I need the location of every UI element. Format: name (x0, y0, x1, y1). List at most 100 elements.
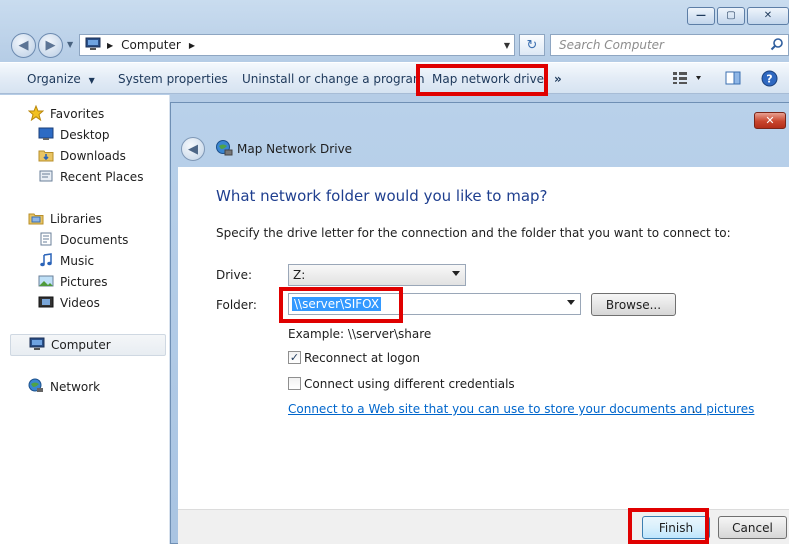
uninstall-program-button[interactable]: Uninstall or change a program (242, 72, 425, 86)
computer-icon (29, 337, 45, 354)
address-bar[interactable]: ▶ Computer ▶ ▼ (79, 34, 515, 56)
nav-music[interactable]: Music (38, 252, 94, 270)
downloads-folder-icon (38, 148, 54, 165)
web-storage-link-period: . (692, 402, 696, 416)
chevron-down-icon (452, 271, 460, 276)
libraries-icon (28, 211, 44, 228)
drive-label: Drive: (216, 268, 253, 282)
back-button[interactable]: ◀ (11, 33, 36, 58)
view-options-button[interactable] (672, 71, 702, 88)
refresh-button[interactable]: ↻ (519, 34, 545, 56)
nav-network-label: Network (50, 380, 101, 394)
nav-videos[interactable]: Videos (38, 294, 100, 312)
chevron-down-icon[interactable] (567, 300, 575, 305)
network-icon (28, 378, 44, 397)
browse-button[interactable]: Browse... (591, 293, 676, 316)
nav-computer-label: Computer (51, 338, 111, 352)
nav-favorites[interactable]: Favorites (27, 104, 105, 124)
pictures-icon (38, 274, 54, 291)
search-icon (770, 37, 784, 54)
dialog-heading: What network folder would you like to ma… (216, 187, 548, 205)
chevron-right-icon: ▶ (188, 40, 195, 50)
nav-pictures-label: Pictures (60, 275, 108, 289)
breadcrumb-computer[interactable]: Computer (121, 38, 181, 52)
nav-desktop-label: Desktop (60, 128, 110, 142)
navigation-pane: Favorites Desktop Downloads Recent Place… (0, 95, 170, 544)
explorer-window: — ▢ ✕ ◀ ▶ ▼ ▶ Computer ▶ ▼ ↻ Search Comp… (0, 0, 789, 544)
nav-recent-places[interactable]: Recent Places (38, 168, 143, 186)
caption-buttons: — ▢ ✕ (687, 7, 789, 25)
cancel-button[interactable]: Cancel (718, 516, 787, 539)
chevron-right-icon: ▶ (107, 40, 114, 50)
highlight-finish-button (628, 508, 709, 544)
nav-videos-label: Videos (60, 296, 100, 310)
star-icon (27, 104, 45, 124)
documents-icon (38, 232, 54, 249)
preview-pane-icon (725, 71, 741, 88)
map-network-drive-dialog: ✕ ◀ Map Network Drive What network folde… (170, 102, 789, 544)
nav-documents-label: Documents (60, 233, 129, 247)
arrow-right-icon: ▶ (45, 38, 56, 53)
system-properties-button[interactable]: System properties (118, 72, 228, 86)
reconnect-checkbox[interactable]: ✓ (288, 351, 301, 364)
breadcrumb: ▶ Computer ▶ (107, 38, 195, 52)
nav-computer[interactable]: Computer (10, 334, 166, 356)
preview-pane-button[interactable] (725, 71, 741, 88)
help-button[interactable]: ? (761, 70, 778, 90)
folder-label: Folder: (216, 298, 257, 312)
minimize-button[interactable]: — (687, 7, 715, 25)
different-credentials-label[interactable]: Connect using different credentials (304, 377, 515, 391)
web-storage-link[interactable]: Connect to a Web site that you can use t… (288, 402, 754, 416)
organize-menu[interactable]: Organize ▼ (27, 72, 95, 86)
view-icon (672, 72, 702, 88)
example-text: Example: \\server\share (288, 327, 432, 341)
nav-music-label: Music (60, 254, 95, 268)
maximize-button[interactable]: ▢ (717, 7, 745, 25)
dialog-instruction: Specify the drive letter for the connect… (216, 226, 731, 240)
help-icon: ? (761, 70, 778, 90)
reconnect-label[interactable]: Reconnect at logon (304, 351, 420, 365)
drive-select-value: Z: (293, 268, 306, 282)
nav-network[interactable]: Network (28, 378, 100, 396)
drive-select[interactable]: Z: (288, 264, 466, 286)
chevron-down-icon: ▼ (67, 40, 74, 49)
dialog-content: What network folder would you like to ma… (178, 167, 789, 509)
nav-recent-places-label: Recent Places (60, 170, 144, 184)
highlight-folder-input (279, 287, 403, 323)
nav-desktop[interactable]: Desktop (38, 126, 110, 144)
highlight-map-network-drive (416, 64, 548, 96)
dialog-close-button[interactable]: ✕ (754, 112, 786, 129)
search-placeholder: Search Computer (559, 38, 664, 52)
nav-libraries-label: Libraries (50, 212, 102, 226)
nav-documents[interactable]: Documents (38, 231, 128, 249)
web-storage-link-text[interactable]: Connect to a Web site that you can use t… (288, 402, 754, 416)
checkmark-icon: ✓ (289, 351, 300, 364)
close-icon: ✕ (765, 114, 775, 127)
dialog-title: Map Network Drive (237, 142, 353, 156)
refresh-icon: ↻ (526, 37, 538, 53)
svg-text:?: ? (766, 73, 772, 86)
more-commands-button[interactable]: » (554, 72, 562, 86)
recent-pages-dropdown[interactable]: ▼ (67, 40, 73, 49)
organize-label: Organize (27, 72, 81, 86)
different-credentials-checkbox[interactable] (288, 377, 301, 390)
computer-icon (85, 37, 101, 54)
close-window-button[interactable]: ✕ (747, 7, 789, 25)
chevron-down-icon: ▼ (88, 76, 95, 85)
nav-libraries[interactable]: Libraries (28, 210, 102, 228)
forward-button[interactable]: ▶ (38, 33, 63, 58)
command-bar: Organize ▼ System properties Uninstall o… (0, 62, 789, 94)
nav-favorites-label: Favorites (50, 107, 105, 121)
nav-pictures[interactable]: Pictures (38, 273, 108, 291)
dialog-back-button[interactable]: ◀ (181, 137, 205, 161)
desktop-icon (38, 127, 54, 144)
recent-places-icon (38, 169, 54, 186)
nav-downloads-label: Downloads (60, 149, 126, 163)
close-icon: ✕ (763, 10, 773, 21)
arrow-left-icon: ◀ (18, 38, 29, 53)
address-dropdown-icon[interactable]: ▼ (504, 41, 510, 50)
minimize-icon: — (696, 10, 706, 21)
search-input[interactable]: Search Computer (550, 34, 789, 56)
nav-downloads[interactable]: Downloads (38, 147, 126, 165)
videos-icon (38, 295, 54, 312)
